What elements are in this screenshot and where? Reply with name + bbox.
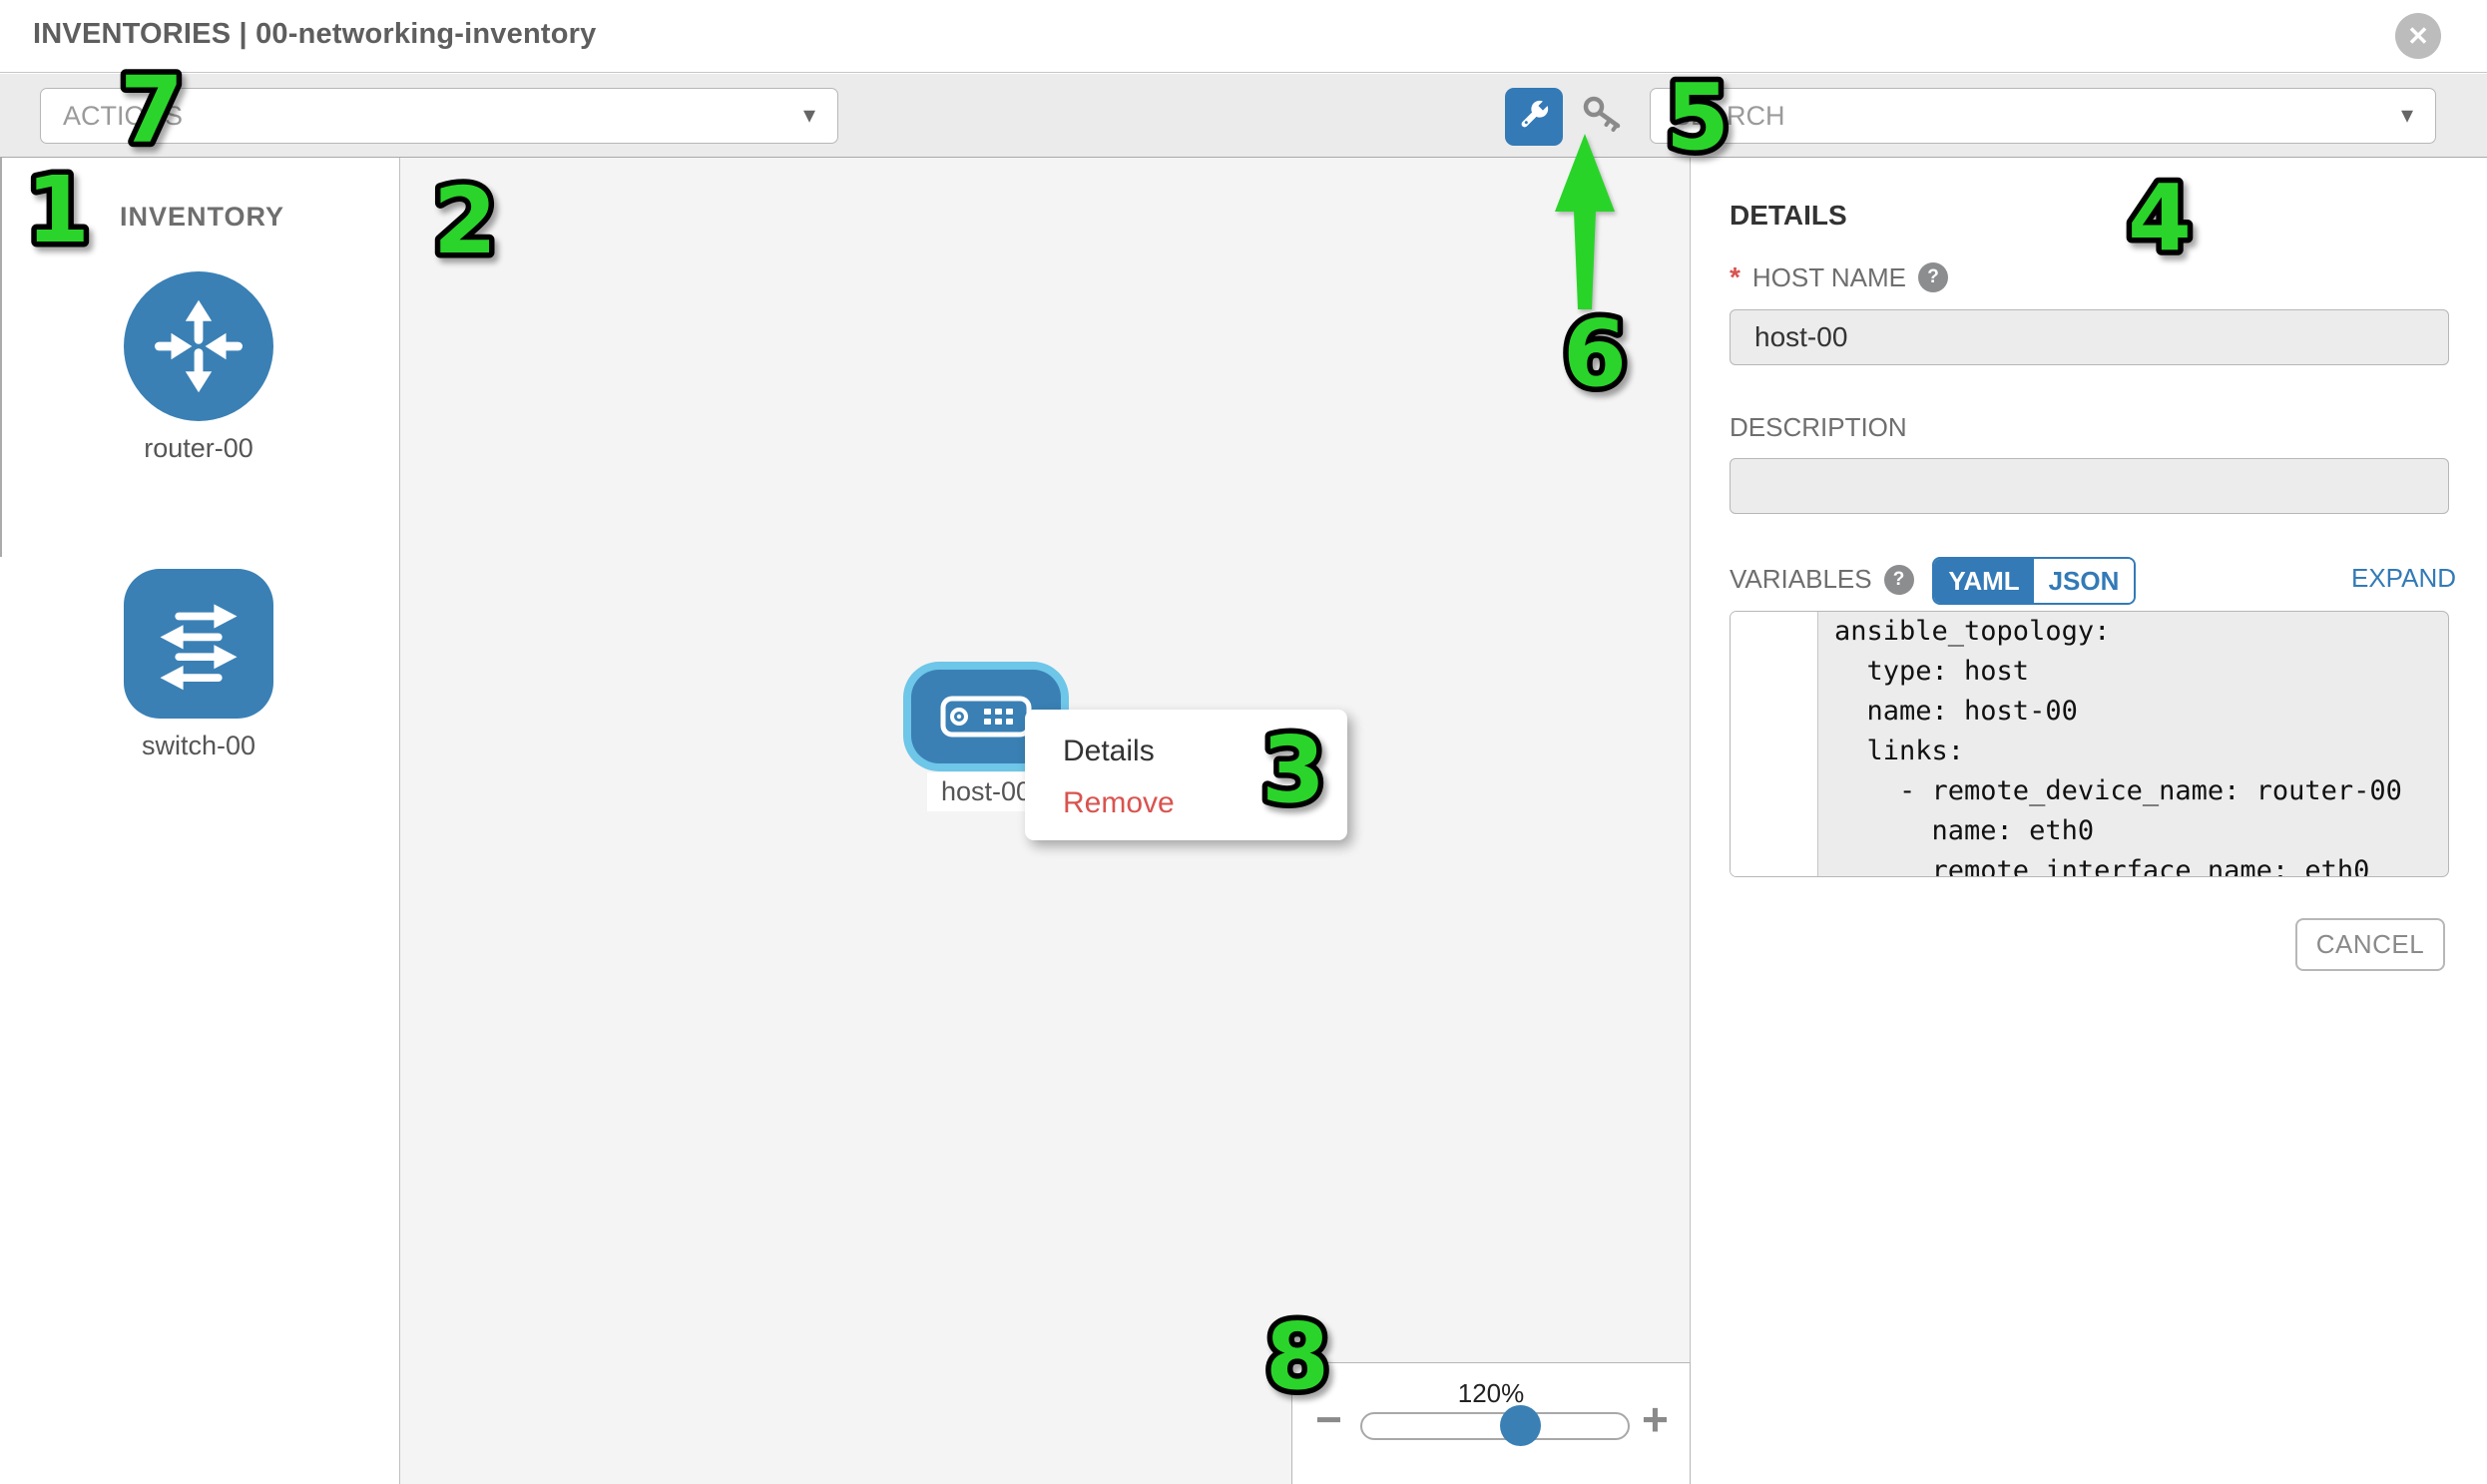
router-icon (124, 271, 273, 421)
sidebar-item-label: switch-00 (124, 731, 273, 761)
cancel-button[interactable]: CANCEL (2295, 918, 2445, 971)
code-line: 5 - remote_device_name: router-00 (1731, 771, 2448, 811)
sidebar-item-router[interactable]: router-00 (124, 271, 273, 464)
variables-label-row: VARIABLES ? (1730, 564, 1914, 595)
zoom-slider-thumb[interactable] (1500, 1405, 1541, 1446)
page-title: INVENTORIES | 00-networking-inventory (33, 18, 596, 51)
key-button[interactable] (1580, 95, 1626, 141)
description-label: DESCRIPTION (1730, 412, 1907, 443)
sidebar-scrollbar[interactable] (0, 158, 2, 557)
toggle-yaml[interactable]: YAML (1934, 559, 2034, 603)
line-code: links: (1818, 732, 2448, 771)
line-code: - remote_device_name: router-00 (1818, 771, 2448, 811)
wrench-icon (1515, 96, 1553, 139)
description-label-row: DESCRIPTION (1730, 412, 1907, 443)
menu-item-remove[interactable]: Remove (1025, 777, 1347, 829)
description-input[interactable] (1730, 458, 2449, 514)
inventory-topology-window: INVENTORIES | 00-networking-inventory ✕ … (0, 0, 2487, 1484)
code-line: 2 type: host (1731, 652, 2448, 692)
line-code: ansible_topology: (1818, 612, 2448, 652)
expand-link[interactable]: EXPAND (2351, 563, 2456, 594)
code-line: 1 ansible_topology: (1731, 612, 2448, 652)
editor-gutter (1731, 612, 1818, 877)
node-context-menu: Details Remove (1025, 710, 1347, 840)
menu-item-details[interactable]: Details (1025, 726, 1347, 777)
zoom-level-value: 120% (1291, 1378, 1691, 1409)
switch-icon (124, 569, 273, 719)
actions-dropdown-label: ACTIONS (63, 101, 183, 132)
zoom-slider-track[interactable] (1360, 1412, 1630, 1440)
code-line: 3 name: host-00 (1731, 692, 2448, 732)
variables-label: VARIABLES (1730, 564, 1872, 595)
sidebar-item-label: router-00 (124, 433, 273, 464)
variables-format-toggle: YAML JSON (1932, 557, 2136, 605)
zoom-in-button[interactable]: + (1642, 1396, 1669, 1442)
host-name-label-row: * HOST NAME ? (1730, 261, 1948, 293)
host-name-input[interactable] (1730, 309, 2449, 365)
code-line: 6 name: eth0 (1731, 811, 2448, 851)
line-code: name: host-00 (1818, 692, 2448, 732)
host-name-label: HOST NAME (1752, 262, 1906, 293)
line-code: remote_interface_name: eth0 (1818, 851, 2448, 877)
toggle-json[interactable]: JSON (2034, 559, 2134, 603)
variables-code-editor[interactable]: 1 ansible_topology: 2 type: host 3 name:… (1730, 611, 2449, 877)
chevron-down-icon: ▾ (803, 104, 815, 128)
key-icon (1580, 93, 1626, 144)
search-dropdown[interactable]: SEARCH ▾ (1650, 88, 2436, 144)
code-line: 4 links: (1731, 732, 2448, 771)
required-marker: * (1730, 261, 1741, 293)
details-heading: DETAILS (1730, 200, 1847, 232)
wrench-button[interactable] (1505, 88, 1563, 146)
chevron-down-icon: ▾ (2401, 104, 2413, 128)
sidebar-heading: INVENTORY (120, 202, 284, 233)
close-icon[interactable]: ✕ (2395, 13, 2441, 59)
line-code: name: eth0 (1818, 811, 2448, 851)
question-circle-icon[interactable]: ? (1918, 262, 1948, 292)
search-dropdown-label: SEARCH (1673, 101, 1785, 132)
question-circle-icon[interactable]: ? (1884, 565, 1914, 595)
zoom-out-button[interactable]: − (1315, 1396, 1342, 1442)
actions-dropdown[interactable]: ACTIONS ▾ (40, 88, 838, 144)
code-line: 7 remote_interface_name: eth0 (1731, 851, 2448, 877)
sidebar-item-switch[interactable]: switch-00 (124, 569, 273, 761)
line-code: type: host (1818, 652, 2448, 692)
